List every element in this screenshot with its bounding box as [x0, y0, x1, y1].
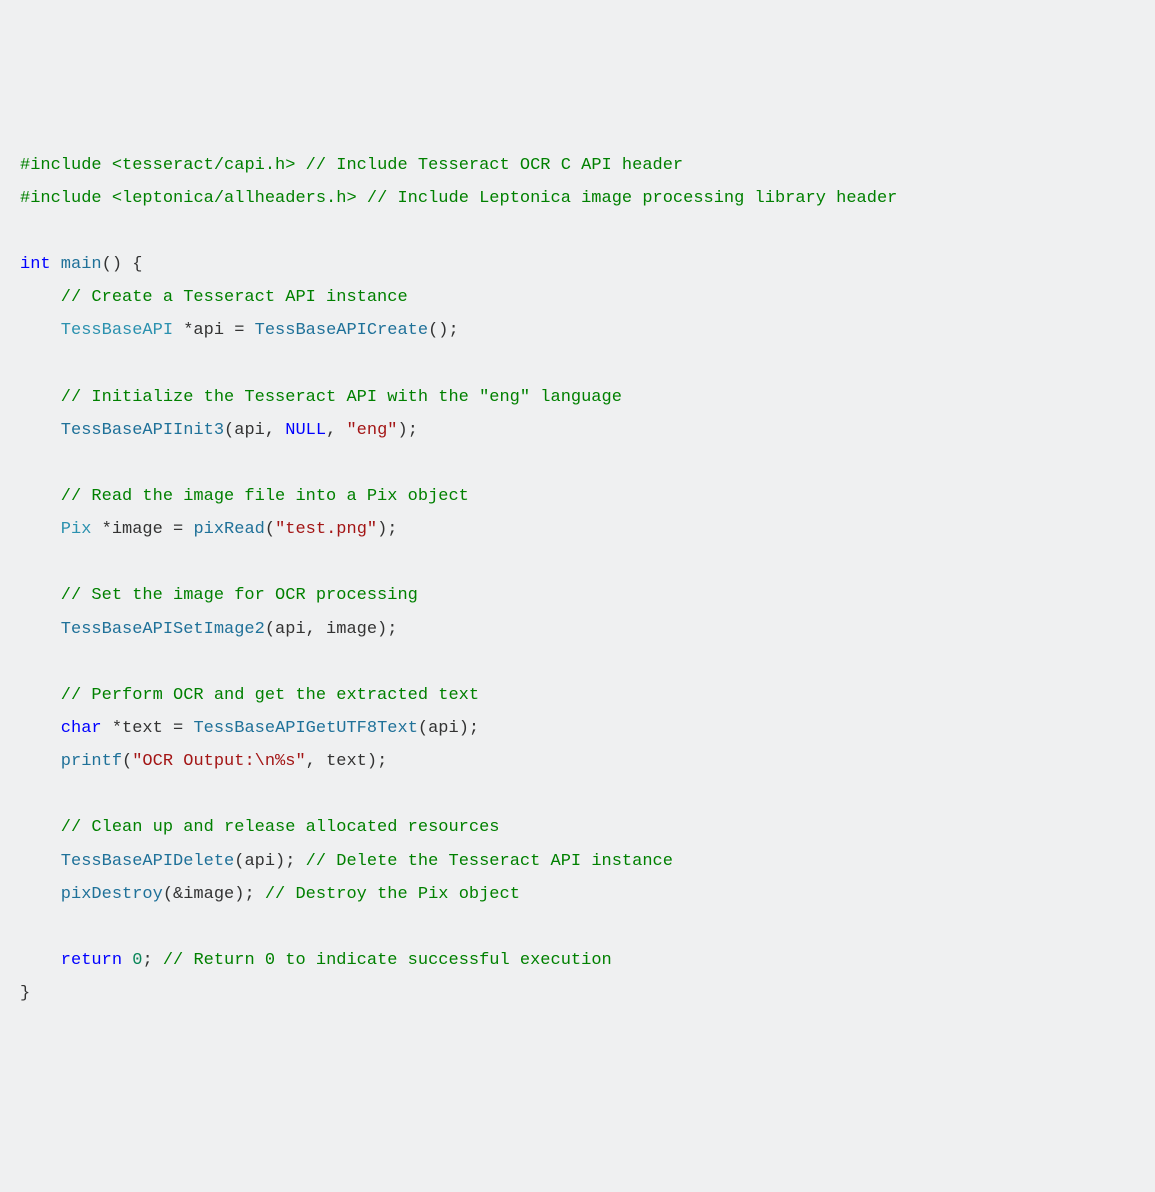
- preprocessor: #include: [20, 189, 102, 208]
- comment: // Read the image file into a Pix object: [20, 487, 469, 506]
- type: TessBaseAPI: [20, 321, 173, 340]
- comment: // Set the image for OCR processing: [20, 586, 418, 605]
- fn-call: TessBaseAPIDelete: [20, 852, 234, 871]
- fn-call: pixRead: [193, 520, 264, 539]
- include-header: <tesseract/capi.h>: [102, 156, 306, 175]
- fn-call: printf: [20, 752, 122, 771]
- punct: (api);: [418, 719, 479, 738]
- comment: // Return 0 to indicate successful execu…: [163, 951, 612, 970]
- punct: ();: [428, 321, 459, 340]
- comment: // Include Leptonica image processing li…: [367, 189, 898, 208]
- punct: );: [398, 421, 418, 440]
- punct: , text);: [306, 752, 388, 771]
- punct: (api, image);: [265, 620, 398, 639]
- fn-call: TessBaseAPISetImage2: [20, 620, 265, 639]
- comment: // Delete the Tesseract API instance: [306, 852, 673, 871]
- var-decl: *api =: [173, 321, 255, 340]
- fn-call: TessBaseAPIGetUTF8Text: [193, 719, 417, 738]
- comment: // Destroy the Pix object: [265, 885, 520, 904]
- comment: // Include Tesseract OCR C API header: [306, 156, 683, 175]
- punct: (: [265, 520, 275, 539]
- string: "eng": [346, 421, 397, 440]
- punct: ;: [142, 951, 162, 970]
- comment: // Initialize the Tesseract API with the…: [20, 388, 622, 407]
- code-block: #include <tesseract/capi.h> // Include T…: [20, 149, 1135, 1011]
- comment: // Create a Tesseract API instance: [20, 288, 408, 307]
- var-decl: *text =: [102, 719, 194, 738]
- punct: ,: [326, 421, 346, 440]
- fn-main: main: [51, 255, 102, 274]
- punct: (api);: [234, 852, 305, 871]
- var-decl: *image =: [91, 520, 193, 539]
- comment: // Clean up and release allocated resour…: [20, 818, 499, 837]
- space: [122, 951, 132, 970]
- keyword-char: char: [20, 719, 102, 738]
- fn-call: pixDestroy: [20, 885, 163, 904]
- preprocessor: #include: [20, 156, 102, 175]
- comment: // Perform OCR and get the extracted tex…: [20, 686, 479, 705]
- punct: (api,: [224, 421, 285, 440]
- brace-close: }: [20, 984, 30, 1003]
- string: "test.png": [275, 520, 377, 539]
- fn-call: TessBaseAPICreate: [255, 321, 428, 340]
- number: 0: [132, 951, 142, 970]
- punct: (: [122, 752, 132, 771]
- punct: () {: [102, 255, 143, 274]
- punct: (&image);: [163, 885, 265, 904]
- keyword-null: NULL: [285, 421, 326, 440]
- keyword-return: return: [20, 951, 122, 970]
- include-header: <leptonica/allheaders.h>: [102, 189, 367, 208]
- fn-call: TessBaseAPIInit3: [20, 421, 224, 440]
- string: "OCR Output:\n%s": [132, 752, 305, 771]
- keyword-int: int: [20, 255, 51, 274]
- type: Pix: [20, 520, 91, 539]
- punct: );: [377, 520, 397, 539]
